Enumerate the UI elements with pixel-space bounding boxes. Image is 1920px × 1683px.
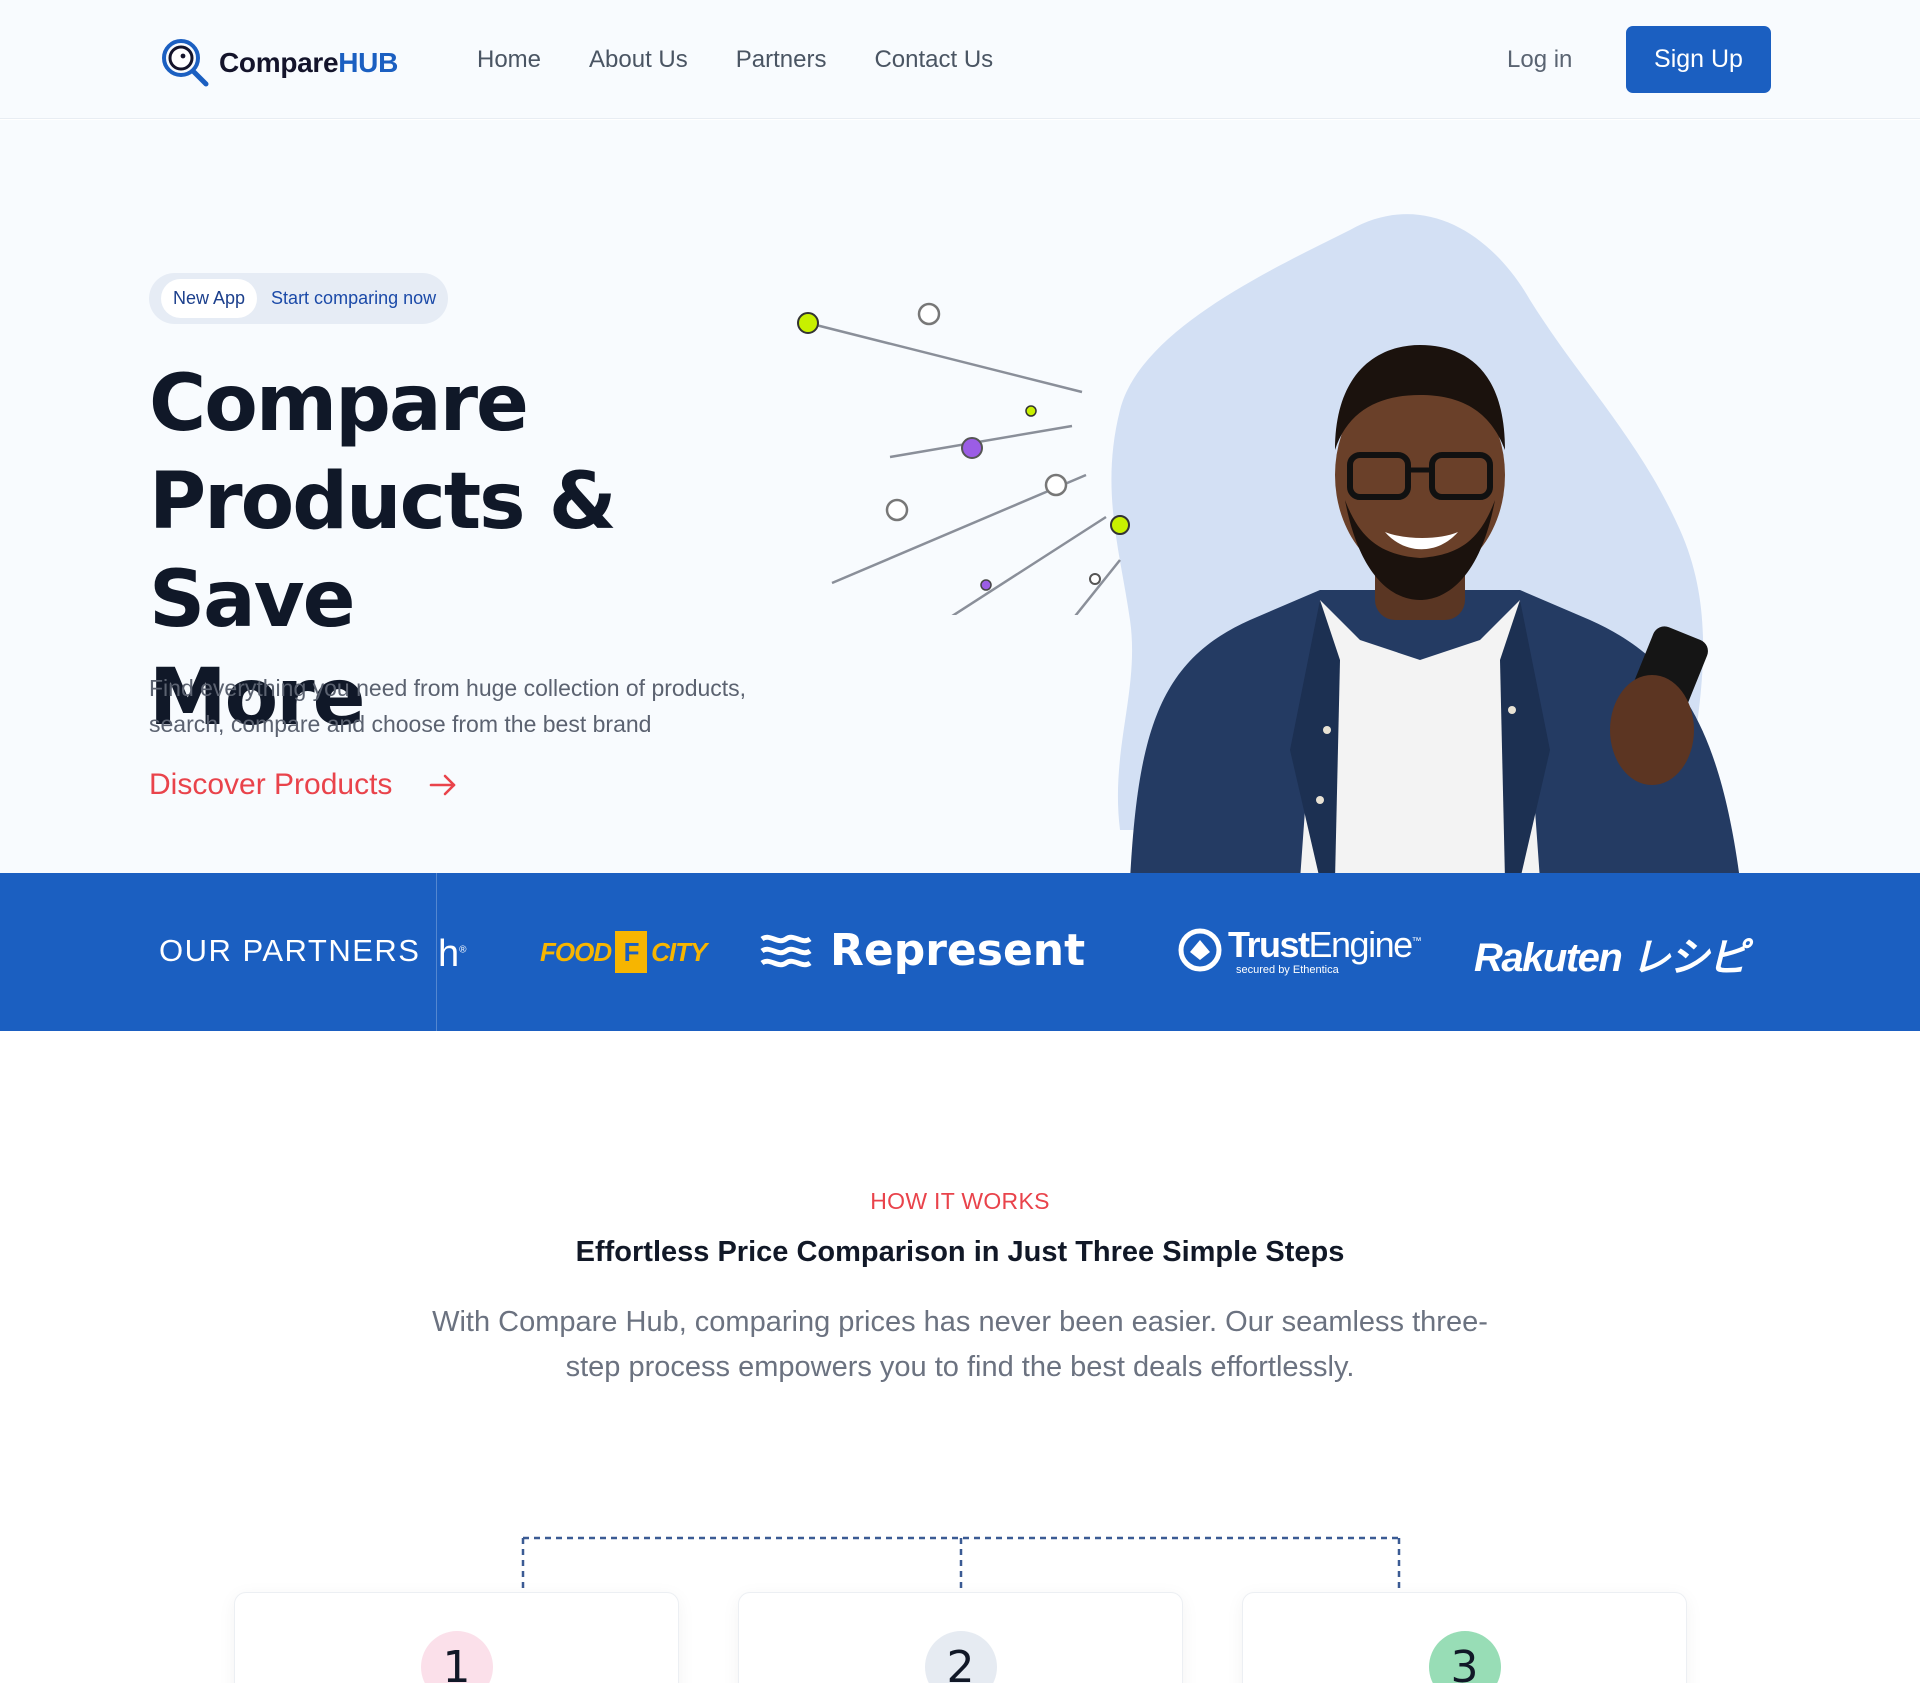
hero-title-line-2: Products & Save [149,457,617,645]
step-number-3: 3 [1428,1631,1501,1683]
login-link[interactable]: Log in [1507,44,1572,76]
step-card-2[interactable]: 2 [738,1592,1183,1683]
hero-decorative-lines [797,302,1130,615]
partner-logo-food-city[interactable]: FOOD F CITY [540,931,707,973]
partner-logo-partial: h® [438,933,467,975]
hero-person-image [1130,345,1739,873]
hero-title-line-1: Compare [149,359,529,449]
hero-section: New App Start comparing now Compare Prod… [0,120,1920,873]
signup-button[interactable]: Sign Up [1626,26,1771,93]
step-number-1: 1 [420,1631,493,1683]
brand-logo[interactable]: CompareHUB [159,36,398,90]
partners-divider [436,873,437,1031]
nav-link-contact-us[interactable]: Contact Us [874,44,993,76]
nav-link-about-us[interactable]: About Us [589,44,688,76]
steps-connector-lines [521,1536,1401,1592]
main-navigation: Home About Us Partners Contact Us [477,44,993,76]
partners-heading: OUR PARTNERS [159,933,421,968]
discover-products-label: Discover Products [149,768,393,801]
partners-banner: OUR PARTNERS h® FOOD F CITY Represent Tr… [0,873,1920,1031]
partner-logo-trustengine[interactable]: TrustEngine™ secured by Ethentica [1178,923,1422,976]
nav-link-home[interactable]: Home [477,44,541,76]
magnifier-logo-icon [159,36,213,90]
discover-products-link[interactable]: Discover Products [149,768,458,802]
new-app-badge[interactable]: New App Start comparing now [149,273,449,324]
how-it-works-description: With Compare Hub, comparing prices has n… [432,1306,1488,1383]
partner-logo-represent[interactable]: Represent [760,925,1085,976]
partner-logo-rakuten[interactable]: Rakuten レシピ [1474,925,1748,983]
step-card-3[interactable]: 3 [1242,1592,1687,1683]
brand-name: CompareHUB [219,47,399,78]
start-comparing-text: Start comparing now [271,288,437,308]
represent-waves-icon [760,934,812,967]
new-app-tag: New App [161,279,258,318]
step-number-2: 2 [924,1631,997,1683]
how-it-works-title: Effortless Price Comparison in Just Thre… [575,1236,1345,1268]
nav-link-partners[interactable]: Partners [736,44,827,76]
how-it-works-eyebrow: HOW IT WORKS [870,1188,1050,1214]
arrow-right-icon [430,774,456,796]
top-navbar: CompareHUB Home About Us Partners Contac… [0,0,1920,119]
hero-subtitle: Find everything you need from huge colle… [149,675,747,737]
trustengine-mark-icon [1178,928,1222,971]
step-card-1[interactable]: 1 [234,1592,679,1683]
